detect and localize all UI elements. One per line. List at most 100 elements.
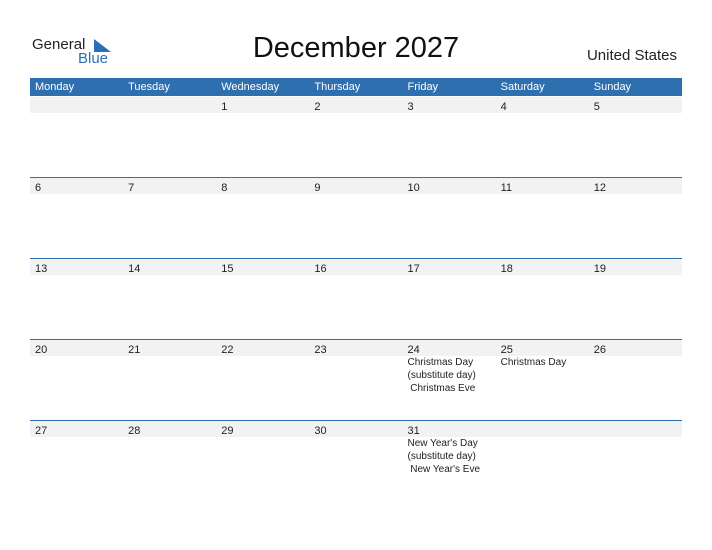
weekday-sunday: Sunday — [593, 81, 632, 93]
day-number: 16 — [314, 263, 327, 275]
day-number: 15 — [221, 263, 234, 275]
day-number: 6 — [35, 182, 42, 194]
day-cell[interactable]: 7 — [123, 178, 216, 194]
day-cell[interactable]: 16 — [309, 259, 402, 275]
week-day-bar: 27 28 29 30 31 — [30, 421, 682, 437]
day-cell[interactable]: 19 — [589, 259, 682, 275]
day-cell[interactable]: 9 — [309, 178, 402, 194]
day-cell[interactable]: 10 — [403, 178, 496, 194]
weekday-wednesday: Wednesday — [221, 81, 280, 93]
holiday-label: New Year's Eve — [407, 464, 481, 475]
day-number: 10 — [407, 182, 420, 194]
day-events — [216, 437, 309, 476]
country-label: United States — [586, 47, 677, 64]
day-number: 21 — [128, 344, 141, 356]
day-number: 11 — [500, 182, 513, 194]
day-cell[interactable]: 23 — [309, 340, 402, 356]
calendar-week: 27 28 29 30 31 New Year's Day (substitute day)… — [30, 420, 682, 501]
day-number: 8 — [221, 182, 228, 194]
day-cell[interactable]: 8 — [216, 178, 309, 194]
day-events — [589, 356, 682, 395]
day-number: 13 — [35, 263, 48, 275]
weekday-friday: Friday — [407, 81, 439, 93]
calendar-week: 20 21 22 23 24 25 26 Christmas Day (substitute d… — [30, 339, 682, 420]
day-cell — [496, 421, 589, 437]
day-number: 31 — [407, 425, 420, 437]
day-number: 12 — [593, 182, 606, 194]
day-cell[interactable]: 28 — [123, 421, 216, 437]
week-day-bar: 20 21 22 23 24 25 26 — [30, 340, 682, 356]
day-cell[interactable]: 17 — [403, 259, 496, 275]
day-events — [309, 437, 402, 476]
week-day-bar: 13 14 15 16 17 18 19 — [30, 259, 682, 275]
calendar-week: 13 14 15 16 17 18 19 — [30, 258, 682, 339]
day-events — [496, 437, 589, 476]
day-events: Christmas Day — [496, 356, 589, 395]
day-events: Christmas Day (substitute day) Christmas … — [403, 356, 496, 395]
week-day-bar: 1 2 3 4 5 — [30, 97, 682, 113]
day-cell[interactable]: 15 — [216, 259, 309, 275]
day-cell — [123, 97, 216, 113]
holiday-label: Christmas Eve — [407, 383, 476, 394]
day-cell[interactable]: 18 — [496, 259, 589, 275]
calendar-week: 6 7 8 9 10 11 12 — [30, 177, 682, 258]
day-number: 23 — [314, 344, 327, 356]
day-number: 22 — [221, 344, 234, 356]
holiday-label: New Year's Day — [407, 438, 478, 449]
day-cell — [30, 97, 123, 113]
day-number: 17 — [407, 263, 420, 275]
day-cell — [589, 421, 682, 437]
holiday-label: Christmas Day — [500, 357, 567, 368]
day-cell[interactable]: 29 — [216, 421, 309, 437]
day-events — [30, 356, 123, 395]
day-cell[interactable]: 22 — [216, 340, 309, 356]
day-number: 28 — [128, 425, 141, 437]
day-number: 5 — [593, 101, 600, 113]
day-number: 14 — [128, 263, 141, 275]
day-cell[interactable]: 30 — [309, 421, 402, 437]
holiday-label: Christmas Day — [407, 357, 474, 368]
day-events — [30, 437, 123, 476]
day-number: 7 — [128, 182, 135, 194]
day-cell[interactable]: 20 — [30, 340, 123, 356]
day-cell[interactable]: 26 — [589, 340, 682, 356]
day-cell[interactable]: 14 — [123, 259, 216, 275]
day-cell[interactable]: 3 — [403, 97, 496, 113]
day-cell[interactable]: 24 — [403, 340, 496, 356]
weekday-monday: Monday — [35, 81, 75, 93]
day-cell[interactable]: 13 — [30, 259, 123, 275]
day-cell[interactable]: 4 — [496, 97, 589, 113]
day-cell[interactable]: 11 — [496, 178, 589, 194]
week-events-row: Christmas Day (substitute day) Christmas … — [30, 356, 682, 395]
day-cell[interactable]: 21 — [123, 340, 216, 356]
day-cell[interactable]: 31 — [403, 421, 496, 437]
holiday-label: (substitute day) — [407, 370, 476, 381]
day-events — [216, 356, 309, 395]
week-day-bar: 6 7 8 9 10 11 12 — [30, 178, 682, 194]
day-cell[interactable]: 2 — [309, 97, 402, 113]
day-number: 29 — [221, 425, 234, 437]
day-number: 20 — [35, 344, 48, 356]
day-cell[interactable]: 25 — [496, 340, 589, 356]
day-cell[interactable]: 1 — [216, 97, 309, 113]
day-number: 3 — [407, 101, 414, 113]
day-cell[interactable]: 27 — [30, 421, 123, 437]
day-number: 4 — [500, 101, 507, 113]
day-number: 24 — [407, 344, 420, 356]
day-cell[interactable]: 6 — [30, 178, 123, 194]
day-number: 19 — [593, 263, 606, 275]
calendar-week: 1 2 3 4 5 — [30, 97, 682, 177]
day-events — [123, 356, 216, 395]
week-events-row: New Year's Day (substitute day) New Year'… — [30, 437, 682, 476]
day-cell[interactable]: 12 — [589, 178, 682, 194]
day-number: 9 — [314, 182, 321, 194]
weekday-tuesday: Tuesday — [128, 81, 170, 93]
day-cell[interactable]: 5 — [589, 97, 682, 113]
day-number: 27 — [35, 425, 48, 437]
day-number: 1 — [221, 101, 228, 113]
day-number: 25 — [500, 344, 513, 356]
day-number: 18 — [500, 263, 513, 275]
day-number: 26 — [593, 344, 606, 356]
day-number: 30 — [314, 425, 327, 437]
day-events — [309, 356, 402, 395]
